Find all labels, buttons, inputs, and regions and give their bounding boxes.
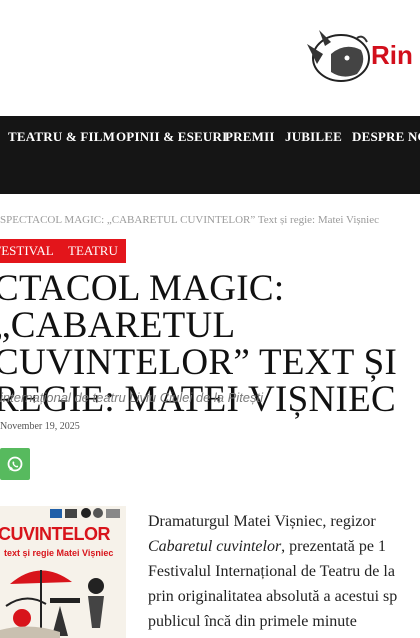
logo-text[interactable]: Rin [371, 40, 413, 71]
article-line: Dramaturgul Matei Vișniec, regizor [148, 513, 376, 530]
poster-title: CUVINTELOR [0, 524, 111, 544]
whatsapp-share-button[interactable] [0, 448, 30, 480]
breadcrumb[interactable]: SPECTACOL MAGIC: „CABARETUL CUVINTELOR” … [0, 214, 379, 226]
article-line: Festivalul Internațional de Teatru de la [148, 563, 395, 580]
nav-item-premii[interactable]: PREMII [225, 129, 275, 145]
nav-item-despre-noi[interactable]: DESPRE NOI [352, 129, 420, 145]
article-line: publicul încă din primele minute [148, 613, 357, 630]
article-poster-image: CUVINTELOR text și regie Matei Vișniec [0, 506, 126, 638]
article-subtitle: internațional de teatru Liviu Ciulei de … [0, 390, 264, 405]
poster-subtitle: text și regie Matei Vișniec [4, 548, 114, 558]
article-line: prin originalitatea absolută a acestui s… [148, 588, 398, 605]
publish-date: November 19, 2025 [0, 421, 80, 432]
tag-festival[interactable]: FESTIVAL [0, 239, 62, 263]
article-body: Dramaturgul Matei Vișniec, regizor Cabar… [148, 509, 420, 634]
whatsapp-icon [7, 456, 23, 472]
main-navigation: TEATRU & FILM OPINII & ESEURI PREMII JUB… [0, 116, 420, 194]
article-line: Cabaretul cuvintelor, prezentată pe 1 [148, 538, 386, 555]
nav-item-opinii-eseuri[interactable]: OPINII & ESEURI [116, 129, 227, 145]
nav-item-jubilee[interactable]: JUBILEE [285, 129, 342, 145]
play-title: Cabaretul cuvintelor [148, 538, 282, 555]
tag-teatru[interactable]: TEATRU [60, 239, 126, 263]
nav-item-teatru-film[interactable]: TEATRU & FILM [8, 129, 115, 145]
